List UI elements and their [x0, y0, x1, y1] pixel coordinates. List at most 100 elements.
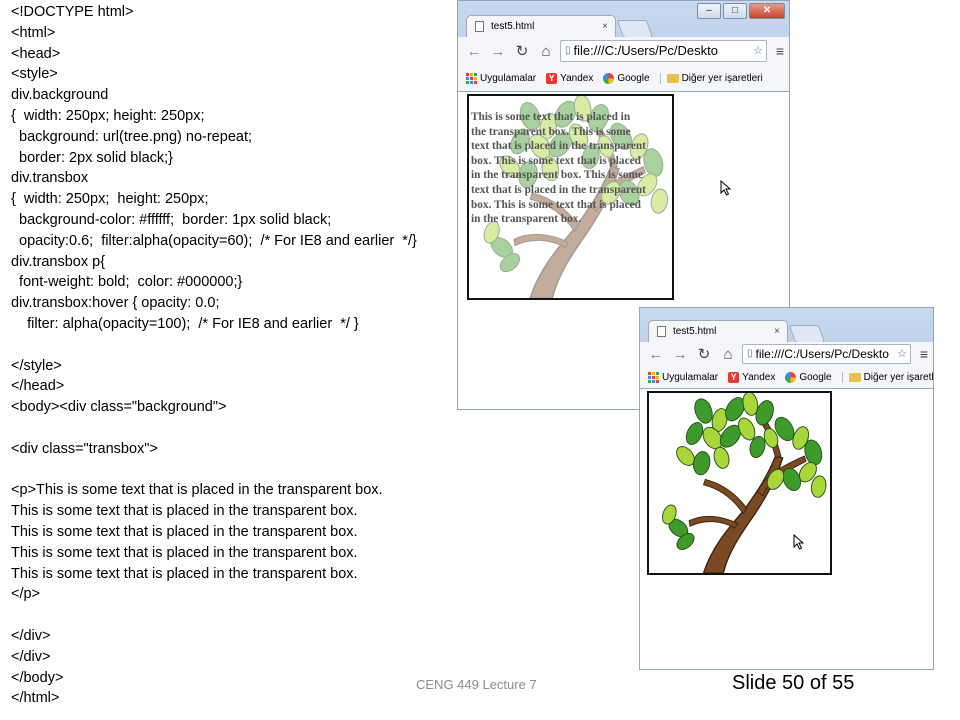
browser-chrome: test5.html × ← → ↻ ⌂ ▯ file:///C:/Users/…	[640, 308, 933, 389]
google-icon	[603, 72, 615, 84]
bookmark-label: Diğer yer işaretleri	[863, 371, 934, 383]
code-line: <p>This is some text that is placed in t…	[11, 482, 383, 499]
address-bar[interactable]: ▯ file:///C:/Users/Pc/Deskto ☆	[742, 344, 911, 364]
bookmark-star-icon[interactable]: ☆	[897, 345, 910, 363]
back-icon[interactable]: ←	[464, 43, 484, 60]
yandex-icon: Y	[728, 371, 740, 383]
new-tab-button[interactable]	[616, 20, 654, 38]
code-line: div.transbox	[11, 170, 89, 187]
code-line: This is some text that is placed in the …	[11, 523, 358, 540]
code-line: opacity:0.6; filter:alpha(opacity=60); /…	[11, 232, 417, 249]
back-icon[interactable]: ←	[646, 346, 666, 363]
code-line: </div>	[11, 627, 51, 644]
browser-window-on-hover: test5.html × ← → ↻ ⌂ ▯ file:///C:/Users/…	[639, 307, 934, 670]
code-line: background-color: #ffffff; border: 1px s…	[11, 211, 332, 228]
browser-toolbar: ← → ↻ ⌂ ▯ file:///C:/Users/Pc/Deskto ☆ ≡	[640, 342, 933, 366]
bookmark-google[interactable]: Google	[603, 72, 650, 84]
google-icon	[785, 371, 797, 383]
mouse-cursor-icon	[720, 180, 732, 196]
bookmark-label: Uygulamalar	[662, 371, 719, 383]
home-icon[interactable]: ⌂	[536, 43, 556, 60]
code-line: <head>	[11, 45, 61, 62]
forward-icon[interactable]: →	[488, 43, 508, 60]
code-line: { width: 250px; height: 250px;	[11, 107, 205, 124]
code-line: <!DOCTYPE html>	[11, 4, 134, 20]
code-line: </style>	[11, 357, 62, 374]
code-line: </body>	[11, 669, 64, 686]
bookmark-apps[interactable]: Uygulamalar	[648, 371, 719, 383]
code-line: border: 2px solid black;}	[11, 149, 174, 166]
bookmark-star-icon[interactable]: ☆	[753, 41, 766, 61]
lecture-footer: CENG 449 Lecture 7	[416, 677, 537, 692]
transbox-text-line: box. This is some text that is placed	[471, 198, 641, 211]
page-content	[640, 389, 933, 669]
reload-icon[interactable]: ↻	[512, 42, 532, 60]
code-line: div.background	[11, 87, 109, 104]
file-icon: ▯	[565, 45, 571, 56]
tab-title: test5.html	[491, 21, 535, 32]
bookmark-yandex[interactable]: Y Yandex	[546, 72, 593, 84]
reload-icon[interactable]: ↻	[694, 345, 714, 363]
file-icon: ▯	[747, 348, 753, 359]
bookmark-google[interactable]: Google	[785, 371, 832, 383]
transbox-text-line: This is some text that is placed in	[471, 111, 631, 123]
bookmarks-bar: Uygulamalar Y Yandex Google Diğer yer iş…	[640, 366, 933, 388]
tab-close-icon[interactable]: ×	[602, 16, 608, 38]
bookmark-apps[interactable]: Uygulamalar	[466, 72, 537, 84]
transbox-text-line: text that is placed in the transparent	[471, 183, 646, 196]
menu-icon[interactable]: ≡	[915, 346, 933, 362]
bookmark-label: Diğer yer işaretleri	[681, 72, 763, 84]
tab-test5[interactable]: test5.html ×	[648, 320, 788, 342]
page-icon	[475, 21, 484, 32]
code-line: <style>	[11, 66, 58, 83]
code-listing: <!DOCTYPE html> <html> <head> <style> div.ba…	[11, 2, 417, 709]
url-text: file:///C:/Users/Pc/Deskto	[573, 43, 718, 58]
browser-chrome: – □ ✕ test5.html × ← → ↻ ⌂ ▯ file:///C:/…	[458, 1, 789, 92]
folder-icon	[666, 73, 679, 83]
maximize-button[interactable]: □	[723, 3, 747, 19]
transbox-paragraph: This is some text that is placed in the t…	[471, 110, 670, 227]
mouse-cursor-icon	[793, 534, 805, 550]
new-tab-button[interactable]	[788, 325, 826, 343]
home-icon[interactable]: ⌂	[718, 346, 738, 363]
apps-grid-icon	[648, 371, 659, 383]
code-line: { width: 250px; height: 250px;	[11, 191, 209, 208]
yandex-icon: Y	[546, 72, 558, 84]
code-line: filter: alpha(opacity=100); /* For IE8 a…	[11, 315, 359, 332]
bookmark-yandex[interactable]: Y Yandex	[728, 371, 776, 383]
code-line: background: url(tree.png) no-repeat;	[11, 128, 252, 145]
bookmark-other[interactable]: Diğer yer işaretleri	[841, 371, 934, 383]
code-line: This is some text that is placed in the …	[11, 503, 358, 520]
bookmark-other[interactable]: Diğer yer işaretleri	[659, 72, 763, 84]
close-window-button[interactable]: ✕	[749, 3, 785, 19]
page-icon	[657, 326, 666, 337]
code-line: <html>	[11, 24, 56, 41]
tab-title: test5.html	[673, 326, 717, 337]
tab-test5[interactable]: test5.html ×	[466, 15, 616, 37]
transbox-text-line: in the transparent box.	[471, 213, 582, 226]
code-line: font-weight: bold; color: #000000;}	[11, 274, 243, 291]
code-line: </div>	[11, 648, 51, 665]
address-bar[interactable]: ▯ file:///C:/Users/Pc/Deskto ☆	[560, 40, 767, 62]
transbox-text-line: the transparent box. This is some	[471, 125, 631, 138]
bookmark-label: Google	[617, 72, 650, 84]
code-line: This is some text that is placed in the …	[11, 565, 358, 582]
minimize-button[interactable]: –	[697, 3, 721, 19]
code-line: <div class="transbox">	[11, 440, 158, 457]
forward-icon[interactable]: →	[670, 346, 690, 363]
code-line: <body><div class="background">	[11, 399, 227, 416]
code-line: div.transbox:hover { opacity: 0.0;	[11, 295, 220, 312]
code-line: </p>	[11, 586, 41, 603]
code-line: </html>	[11, 690, 60, 707]
menu-icon[interactable]: ≡	[771, 43, 789, 59]
bookmark-label: Yandex	[742, 371, 776, 383]
transbox-text-line: text that is placed in the transparent	[471, 140, 646, 153]
tab-close-icon[interactable]: ×	[774, 321, 780, 343]
bookmark-label: Uygulamalar	[480, 72, 537, 84]
code-line: This is some text that is placed in the …	[11, 544, 358, 561]
bookmark-label: Google	[799, 371, 832, 383]
